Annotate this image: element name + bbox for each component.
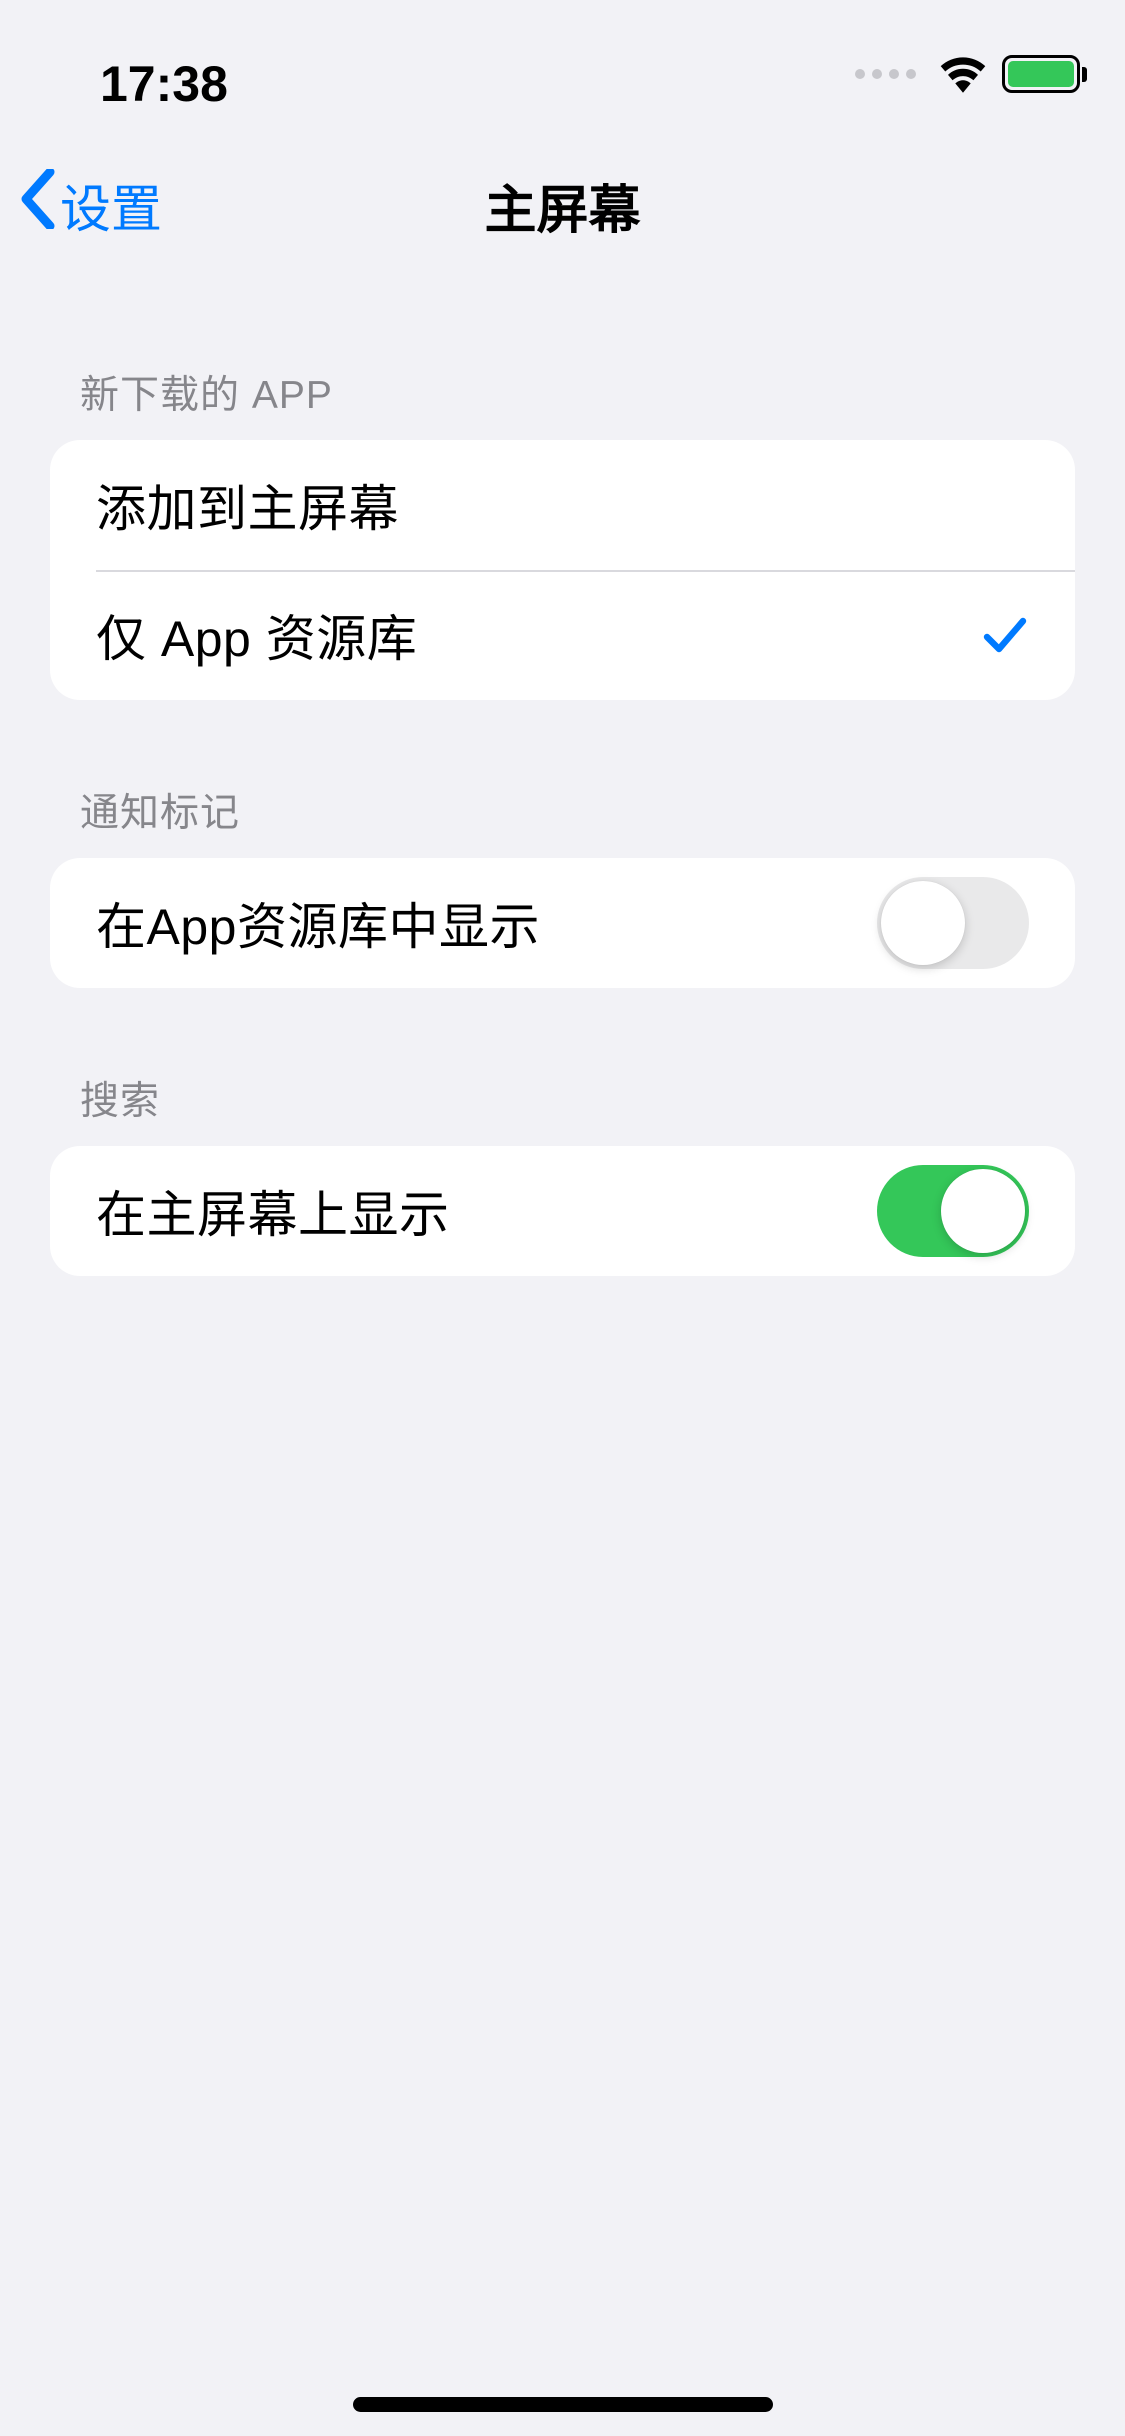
checkmark-icon [981,611,1029,659]
group-badges: 在App资源库中显示 [50,858,1075,988]
status-right [855,55,1087,93]
battery-icon [1002,55,1087,93]
section-header-badges: 通知标记 [50,700,1075,858]
row-show-in-app-library: 在App资源库中显示 [50,858,1075,988]
status-bar: 17:38 [0,0,1125,140]
group-new-apps: 添加到主屏幕 仅 App 资源库 [50,440,1075,700]
toggle-show-in-app-library[interactable] [877,877,1029,969]
home-indicator[interactable] [353,2397,773,2412]
section-header-search: 搜索 [50,988,1075,1146]
option-app-library-only[interactable]: 仅 App 资源库 [50,570,1075,700]
page-title: 主屏幕 [0,168,1125,243]
section-header-new-apps: 新下载的 APP [50,270,1075,440]
nav-bar: 设置 主屏幕 [0,140,1125,270]
cellular-dots-icon [855,69,916,79]
option-label: 添加到主屏幕 [96,469,399,541]
option-label: 仅 App 资源库 [96,599,417,671]
status-time: 17:38 [100,55,228,113]
toggle-show-on-home[interactable] [877,1165,1029,1257]
content: 新下载的 APP 添加到主屏幕 仅 App 资源库 通知标记 在App资源库中显… [0,270,1125,1276]
row-label: 在主屏幕上显示 [96,1175,450,1247]
group-search: 在主屏幕上显示 [50,1146,1075,1276]
row-label: 在App资源库中显示 [96,887,540,959]
wifi-icon [938,55,988,93]
option-add-to-home[interactable]: 添加到主屏幕 [50,440,1075,570]
row-show-on-home: 在主屏幕上显示 [50,1146,1075,1276]
